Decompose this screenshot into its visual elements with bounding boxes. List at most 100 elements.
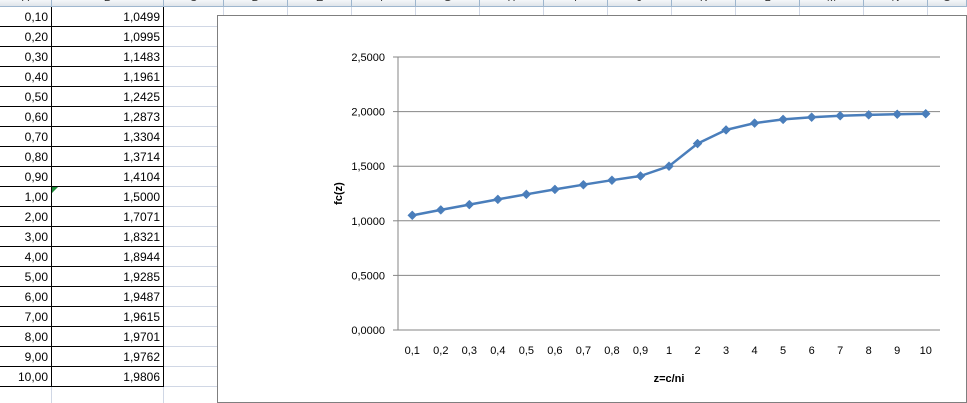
- cell-fcz-value[interactable]: 1,9701: [52, 327, 164, 347]
- x-tick-label: 2: [694, 345, 700, 357]
- column-header[interactable]: L: [736, 0, 800, 6]
- cell-z-value[interactable]: 4,00: [0, 247, 52, 267]
- x-tick-label: 4: [752, 345, 758, 357]
- cell-fcz-value[interactable]: 1,0499: [52, 7, 164, 27]
- data-point-marker: [550, 184, 560, 195]
- y-tick-label: 2,5000: [351, 52, 385, 64]
- data-point-marker: [435, 205, 446, 215]
- y-tick-label: 1,5000: [351, 161, 385, 173]
- data-point-marker: [778, 114, 788, 125]
- cell-z-value[interactable]: 0,90: [0, 167, 52, 187]
- cell-fcz-value[interactable]: 1,9285: [52, 267, 164, 287]
- cell-z-value[interactable]: 3,00: [0, 227, 52, 247]
- column-header[interactable]: H: [480, 0, 544, 6]
- data-point-marker: [607, 175, 617, 186]
- cell-z-value[interactable]: 0,70: [0, 127, 52, 147]
- cell-fcz-value[interactable]: 1,8321: [52, 227, 164, 247]
- x-tick-label: 0,4: [490, 345, 505, 357]
- y-tick-label: 1,0000: [351, 216, 385, 228]
- x-tick-label: 0,3: [462, 345, 477, 357]
- data-point-marker: [892, 109, 903, 120]
- x-tick-label: 1: [666, 345, 672, 357]
- column-header[interactable]: N: [864, 0, 928, 6]
- x-tick-label: 10: [920, 345, 932, 357]
- y-tick-label: 2,0000: [351, 107, 385, 119]
- cell-fcz-value[interactable]: 1,0995: [52, 27, 164, 47]
- y-tick-label: 0,5000: [351, 270, 385, 282]
- x-axis-title: z=c/ni: [654, 373, 685, 385]
- cell-z-value[interactable]: 0,30: [0, 47, 52, 67]
- cell-z-value[interactable]: 10,00: [0, 367, 52, 387]
- x-tick-label: 8: [866, 345, 872, 357]
- cell-z-value[interactable]: 0,50: [0, 87, 52, 107]
- chart-svg: 0,0000 0,5000 1,0000 1,5000 2,0000 2,5000 0,1 0…: [333, 52, 940, 385]
- cell-fcz-value[interactable]: 1,5000: [52, 187, 164, 207]
- column-header[interactable]: O: [928, 0, 967, 6]
- data-point-marker: [835, 110, 846, 121]
- data-point-marker: [721, 125, 731, 135]
- cell-z-value[interactable]: 0,40: [0, 67, 52, 87]
- column-header[interactable]: M: [800, 0, 864, 6]
- column-header[interactable]: B: [52, 0, 164, 6]
- x-tick-label: 6: [809, 345, 815, 357]
- y-tick-label: 0,0000: [351, 325, 385, 337]
- cell-z-value[interactable]: 0,20: [0, 27, 52, 47]
- column-header-strip[interactable]: ABCDEFGHIJKLMNO: [0, 0, 967, 7]
- column-header[interactable]: F: [352, 0, 416, 6]
- x-tick-label: 9: [894, 345, 900, 357]
- cell-z-value[interactable]: 7,00: [0, 307, 52, 327]
- x-tick-label: 0,7: [576, 345, 591, 357]
- column-header[interactable]: K: [672, 0, 736, 6]
- data-point-marker: [920, 108, 931, 119]
- cell-fcz-value[interactable]: 1,2873: [52, 107, 164, 127]
- cell-z-value[interactable]: 0,80: [0, 147, 52, 167]
- cell-fcz-value[interactable]: 1,8944: [52, 247, 164, 267]
- x-tick-label: 5: [780, 345, 786, 357]
- cell-fcz-value[interactable]: 1,2425: [52, 87, 164, 107]
- cell-z-value[interactable]: 9,00: [0, 347, 52, 367]
- cell-z-value[interactable]: 6,00: [0, 287, 52, 307]
- cell-z-value[interactable]: 0,10: [0, 7, 52, 27]
- x-tick-label: 0,2: [433, 345, 448, 357]
- data-point-marker: [635, 171, 646, 181]
- x-tick-label: 0,5: [519, 345, 534, 357]
- cell-z-value[interactable]: 8,00: [0, 327, 52, 347]
- column-header[interactable]: C: [164, 0, 224, 6]
- x-tick-label: 0,1: [405, 345, 420, 357]
- cell-fcz-value[interactable]: 1,1961: [52, 67, 164, 87]
- column-header[interactable]: A: [0, 0, 52, 6]
- column-header[interactable]: E: [288, 0, 352, 6]
- data-point-marker: [407, 210, 418, 221]
- cell-fcz-value[interactable]: 1,4104: [52, 167, 164, 187]
- x-tick-label: 7: [837, 345, 843, 357]
- data-point-marker: [806, 112, 817, 123]
- cell-fcz-value[interactable]: 1,7071: [52, 207, 164, 227]
- x-tick-label: 0,9: [633, 345, 648, 357]
- x-tick-label: 0,8: [604, 345, 619, 357]
- cell-fcz-value[interactable]: 1,9487: [52, 287, 164, 307]
- cell-warning-indicator[interactable]: [52, 187, 58, 193]
- data-point-marker: [749, 118, 760, 128]
- column-header[interactable]: D: [224, 0, 288, 6]
- cell-fcz-value[interactable]: 1,9615: [52, 307, 164, 327]
- column-header[interactable]: I: [544, 0, 608, 6]
- cell-z-value[interactable]: 5,00: [0, 267, 52, 287]
- x-tick-label: 3: [723, 345, 729, 357]
- cell-fcz-value[interactable]: 1,1483: [52, 47, 164, 67]
- cell-z-value[interactable]: 2,00: [0, 207, 52, 227]
- x-tick-label: 0,6: [547, 345, 562, 357]
- column-header[interactable]: J: [608, 0, 672, 6]
- y-axis-title: fc(z): [333, 182, 345, 205]
- cell-fcz-value[interactable]: 1,3714: [52, 147, 164, 167]
- data-point-marker: [578, 179, 589, 190]
- cell-z-value[interactable]: 1,00: [0, 187, 52, 207]
- cell-fcz-value[interactable]: 1,9806: [52, 367, 164, 387]
- spreadsheet[interactable]: ABCDEFGHIJKLMNO 0,101,04990,201,09950,30…: [0, 0, 967, 403]
- data-point-marker: [492, 194, 503, 205]
- cell-fcz-value[interactable]: 1,3304: [52, 127, 164, 147]
- data-point-marker: [464, 199, 475, 210]
- line-chart[interactable]: 0,0000 0,5000 1,0000 1,5000 2,0000 2,5000 0,1 0…: [217, 15, 967, 403]
- column-header[interactable]: G: [416, 0, 480, 6]
- cell-z-value[interactable]: 0,60: [0, 107, 52, 127]
- cell-fcz-value[interactable]: 1,9762: [52, 347, 164, 367]
